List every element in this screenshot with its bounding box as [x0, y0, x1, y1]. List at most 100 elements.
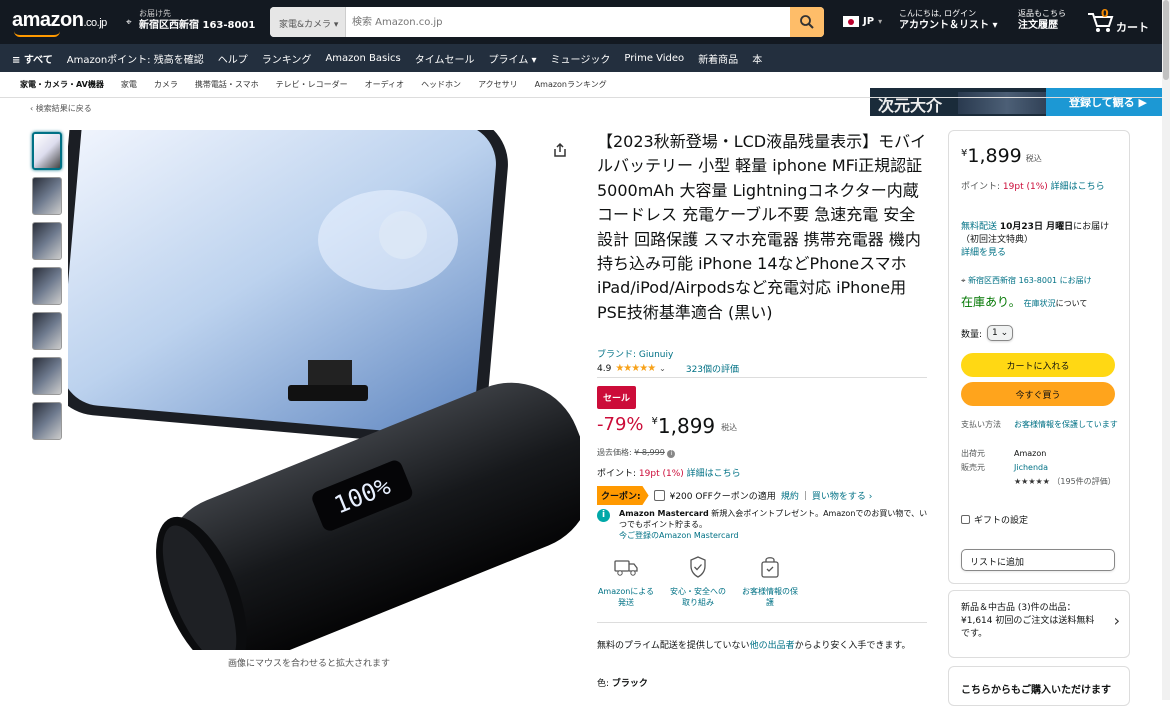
thumbnail-image[interactable] — [32, 357, 62, 395]
subnav-item-phones[interactable]: 携帯電話・スマホ — [195, 79, 259, 90]
thumbnail-image[interactable] — [32, 222, 62, 260]
nav-item-new[interactable]: 新着商品 — [698, 51, 738, 66]
japan-flag-icon — [843, 16, 859, 27]
amazon-logo[interactable]: amazon.co.jp — [12, 9, 107, 37]
subnav-item-headphones[interactable]: ヘッドホン — [421, 79, 461, 90]
price: 1,899 — [657, 414, 716, 438]
subnav-item-accessories[interactable]: アクセサリ — [478, 79, 518, 90]
gift-checkbox[interactable] — [961, 515, 970, 524]
nav-item-ranking[interactable]: ランキング — [262, 51, 312, 66]
also-available-box: こちらからもご購入いただけます — [948, 666, 1130, 706]
quantity-select[interactable]: 1 ⌄ — [987, 325, 1014, 341]
caret-down-icon: ▾ — [878, 17, 883, 26]
nav-item-help[interactable]: ヘルプ — [218, 51, 248, 66]
back-to-results-link[interactable]: ‹ 検索結果に戻る — [30, 103, 92, 114]
nav-item-basics[interactable]: Amazon Basics — [325, 53, 400, 64]
seller-link[interactable]: Jichenda — [1014, 461, 1048, 474]
search-input[interactable] — [346, 7, 790, 37]
add-to-cart-button[interactable]: カートに入れる — [961, 353, 1115, 377]
account-menu[interactable]: こんにちは, ログイン アカウント＆リスト ▾ — [899, 8, 998, 32]
color-selection: 色: ブラック — [597, 679, 648, 689]
badge-privacy[interactable]: お客様情報の保護 — [741, 554, 799, 608]
subnav-item-tv[interactable]: テレビ・レコーダー — [276, 79, 348, 90]
subnav-item-audio[interactable]: オーディオ — [365, 79, 404, 90]
coupon-terms-link[interactable]: 規約 — [781, 489, 799, 502]
share-icon[interactable] — [552, 142, 568, 162]
tax-label: 税込 — [721, 423, 738, 432]
payment-protection-link[interactable]: お客様情報を保護しています — [1014, 418, 1118, 431]
buybox-points: ポイント: 19pt (1%) 詳細はこちら — [961, 182, 1105, 192]
truck-icon — [613, 554, 639, 580]
deliver-to[interactable]: ⌖ お届け先 新宿区西新宿 163-8001 — [126, 8, 255, 32]
deliver-label: お届け先 — [139, 9, 171, 18]
thumbnail-image[interactable] — [32, 312, 62, 350]
quantity-row: 数量: 1 ⌄ — [961, 325, 1014, 341]
chevron-down-icon[interactable]: ⌄ — [659, 364, 666, 373]
payment-method-row: 支払い方法 お客様情報を保護しています — [961, 418, 1118, 431]
coupon-row: クーポン: ¥200 OFFクーポンの適用 規約 | 買い物をする › — [597, 486, 872, 505]
cart-label: カート — [1116, 21, 1149, 34]
account-label: アカウント＆リスト ▾ — [899, 20, 998, 31]
nav-all-menu[interactable]: ≡ すべて — [12, 51, 53, 66]
thumbnail-image[interactable] — [32, 402, 62, 440]
add-to-list-button[interactable]: リストに追加 — [961, 549, 1115, 571]
subnav-item-electronics[interactable]: 家電・カメラ・AV機器 — [20, 79, 104, 90]
search-category-select[interactable]: 家電&カメラ ▾ — [270, 7, 346, 37]
brand-link[interactable]: ブランド: Giunuiy — [597, 347, 673, 360]
other-sellers-note: 無料のプライム配送を提供していない他の出品者からより安く入手できます。 — [597, 641, 911, 651]
category-subnav: 家電・カメラ・AV機器 家電 カメラ 携帯電話・スマホ テレビ・レコーダー オー… — [0, 72, 1170, 98]
search-icon — [800, 15, 814, 29]
cart-count: 0 — [1101, 7, 1109, 20]
gift-option[interactable]: ギフトの設定 — [961, 513, 1028, 526]
account-greeting: こんにちは, ログイン — [899, 9, 977, 18]
other-sellers-link[interactable]: 他の出品者 — [750, 641, 795, 651]
stock-status-link[interactable]: 在庫状況 — [1024, 299, 1056, 308]
orders-link[interactable]: 返品もこちら 注文履歴 — [1018, 8, 1066, 32]
orders-label: 注文履歴 — [1018, 20, 1058, 31]
points-row: ポイント: 19pt (1%) 詳細はこちら — [597, 469, 741, 479]
free-delivery-link[interactable]: 無料配送 — [961, 222, 997, 232]
color-value: ブラック — [611, 679, 648, 689]
shield-icon — [685, 554, 711, 580]
info-icon[interactable]: i — [667, 450, 676, 458]
delivery-details-link[interactable]: 詳細を見る — [961, 248, 1006, 258]
coupon-text: ¥200 OFFクーポンの適用 — [669, 492, 776, 502]
delivery-location[interactable]: ⌖ 新宿区西新宿 163-8001 にお届け — [961, 274, 1121, 287]
image-zoom-caption: 画像にマウスを合わせると拡大されます — [228, 659, 391, 669]
main-product-image[interactable]: 100% — [68, 130, 580, 650]
ships-from-row: 出荷元 Amazon — [961, 449, 1047, 458]
nav-item-books[interactable]: 本 — [752, 51, 762, 66]
nav-item-timesale[interactable]: タイムセール — [415, 51, 475, 66]
nav-item-points[interactable]: Amazonポイント: 残高を確認 — [67, 51, 204, 66]
delivery-date: 10月23日 月曜日 — [999, 222, 1074, 232]
buybox-points-link[interactable]: 詳細はこちら — [1051, 182, 1105, 192]
thumbnail-image[interactable] — [32, 132, 62, 170]
coupon-shop-link[interactable]: 買い物をする › — [812, 489, 872, 502]
thumbnail-strip — [32, 132, 62, 447]
rating-count-link[interactable]: 323個の評価 — [686, 362, 739, 375]
nav-item-prime-video[interactable]: Prime Video — [624, 53, 684, 64]
language-selector[interactable]: JP ▾ — [843, 16, 882, 27]
subnav-item-ranking[interactable]: Amazonランキング — [535, 79, 607, 90]
subnav-item-appliances[interactable]: 家電 — [121, 79, 137, 90]
search-button[interactable] — [790, 7, 824, 37]
language-code: JP — [863, 16, 875, 27]
badge-amazon-shipping[interactable]: Amazonによる発送 — [597, 554, 655, 608]
coupon-checkbox[interactable] — [653, 490, 665, 501]
page-scrollbar[interactable] — [1162, 0, 1170, 700]
buy-now-button[interactable]: 今すぐ買う — [961, 382, 1115, 406]
price-row: -79% ¥ 1,899 税込 — [597, 414, 737, 438]
thumbnail-image[interactable] — [32, 177, 62, 215]
new-used-offers[interactable]: 新品＆中古品 (3)件の出品：¥1,614 初回のご注文は送料無料です。 › — [948, 590, 1130, 658]
chevron-right-icon: › — [1113, 611, 1120, 630]
badge-safety[interactable]: 安心・安全への取り組み — [669, 554, 727, 608]
mastercard-link[interactable]: 今ご登録のAmazon Mastercard — [619, 530, 927, 541]
thumbnail-image[interactable] — [32, 267, 62, 305]
subnav-item-camera[interactable]: カメラ — [154, 79, 178, 90]
star-rating-icon[interactable]: ★★★★★ — [615, 363, 656, 374]
nav-item-music[interactable]: ミュージック — [551, 51, 611, 66]
info-icon: i — [597, 509, 610, 522]
location-pin-icon: ⌖ — [961, 276, 966, 285]
nav-item-prime[interactable]: プライム ▾ — [489, 51, 537, 66]
points-details-link[interactable]: 詳細はこちら — [687, 469, 741, 479]
